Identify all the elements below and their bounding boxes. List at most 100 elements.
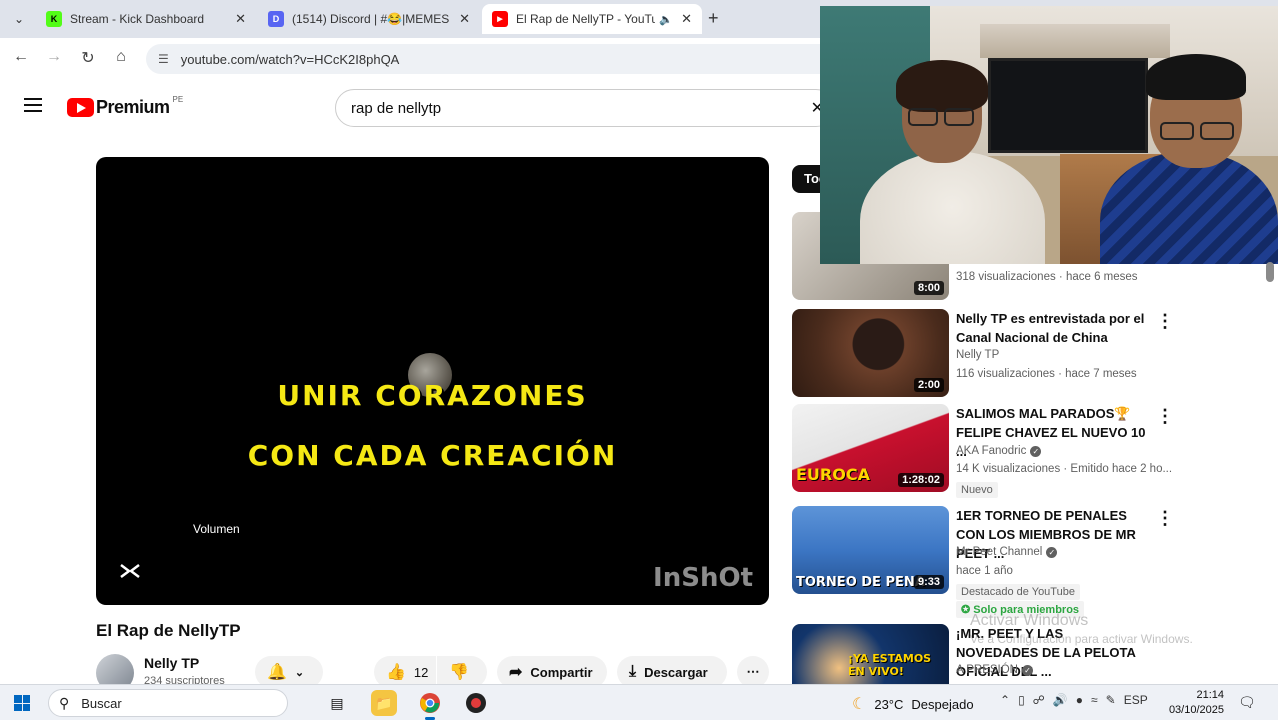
clock-date: 03/10/2025: [1168, 704, 1224, 716]
webcam-background: [988, 58, 1148, 153]
more-vertical-icon[interactable]: ⋮: [1156, 311, 1174, 332]
webcam-person: [896, 60, 988, 112]
site-settings-icon[interactable]: ☰: [158, 52, 169, 66]
youtube-premium-logo[interactable]: Premium PE: [67, 95, 184, 118]
logo-text: Premium: [96, 97, 170, 117]
webcam-person: [1200, 122, 1234, 140]
speaker-icon[interactable]: 🔈: [659, 13, 673, 26]
channel-name[interactable]: Nelly TP: [956, 349, 999, 361]
task-view-icon[interactable]: ▤: [324, 690, 350, 716]
video-thumbnail[interactable]: EUROCA 1:28:02: [792, 404, 949, 492]
volume-icon[interactable]: 🔊: [1053, 693, 1068, 707]
video-duration: 8:00: [913, 281, 944, 295]
close-tab-icon[interactable]: ✕: [681, 11, 692, 27]
webcam-overlay: [820, 6, 1278, 264]
tab-youtube-active[interactable]: ▶ El Rap de NellyTP - YouTube 🔈 ✕: [482, 4, 702, 34]
recommended-video[interactable]: TORNEO DE PENA 9:33 1ER TORNEO DE PENALE…: [792, 506, 1174, 618]
more-vertical-icon[interactable]: ⋮: [1156, 406, 1174, 427]
logo-country-code: PE: [172, 95, 184, 104]
video-meta: 116 visualizaciones · hace 7 meses: [956, 368, 1137, 380]
thumbnail-caption: ¡YA ESTAMOS EN VIVO!: [848, 652, 932, 678]
channel-name[interactable]: A PRESIÓN: [956, 664, 1018, 676]
video-thumbnail[interactable]: TORNEO DE PENA 9:33: [792, 506, 949, 594]
channel-line: A PRESIÓN ✓: [956, 664, 1033, 676]
recommended-video[interactable]: 2:00 Nelly TP es entrevistada por el Can…: [792, 309, 1174, 399]
thumbs-up-icon: 👍: [386, 664, 406, 681]
close-tab-icon[interactable]: ✕: [235, 11, 246, 27]
share-label: Compartir: [530, 664, 593, 680]
kick-favicon-icon: K: [46, 11, 62, 27]
taskbar-search-placeholder: Buscar: [81, 695, 122, 711]
clock-time: 21:14: [1196, 689, 1224, 701]
verified-check-icon: ✓: [1046, 547, 1058, 558]
new-tab-plus-icon[interactable]: +: [708, 8, 719, 29]
thumbnail-caption: EUROCA: [796, 465, 870, 484]
url-text: youtube.com/watch?v=HCcK2I8phQA: [180, 51, 400, 67]
volume-tooltip: Volumen: [193, 522, 240, 536]
close-tab-icon[interactable]: ✕: [459, 11, 470, 27]
inshot-watermark: InShOt: [653, 563, 753, 593]
discord-favicon-icon: D: [268, 11, 284, 27]
tab-discord[interactable]: D (1514) Discord | #😂|MEMES | ✕: [258, 4, 480, 34]
video-title: El Rap de NellyTP: [96, 621, 241, 640]
video-duration: 1:28:02: [898, 473, 944, 487]
channel-name[interactable]: Mr Peet Channel: [956, 546, 1042, 558]
more-horizontal-icon: ⋯: [746, 664, 760, 679]
file-explorer-icon[interactable]: 📁: [371, 690, 397, 716]
video-thumbnail[interactable]: ¡YA ESTAMOS EN VIVO!: [792, 624, 949, 684]
taskbar-clock[interactable]: 21:14 03/10/2025: [1166, 688, 1224, 718]
channel-name[interactable]: Nelly TP: [144, 655, 199, 671]
search-icon: ⚲: [59, 694, 70, 711]
home-icon[interactable]: ⌂: [110, 48, 132, 66]
system-tray: ⌃ ▯ ☍ 🔊 ● ≈ ✎ ESP: [1000, 693, 1148, 707]
taskbar-search-input[interactable]: ⚲ Buscar: [48, 689, 288, 717]
back-arrow-icon[interactable]: ←: [10, 48, 32, 66]
network-icon[interactable]: ☍: [1033, 693, 1045, 707]
youtube-play-icon: [67, 98, 94, 117]
webcam-background: [980, 24, 1170, 58]
page-scrollbar[interactable]: [1266, 262, 1274, 282]
weather-widget[interactable]: ☾ 23°C Despejado: [852, 694, 974, 714]
hamburger-menu-icon[interactable]: [24, 98, 42, 112]
notifications-icon[interactable]: 🗨: [1238, 694, 1256, 711]
more-vertical-icon[interactable]: ⋮: [1156, 508, 1174, 529]
chevron-up-icon[interactable]: ⌃: [1000, 693, 1010, 707]
windows-start-icon[interactable]: [14, 695, 30, 711]
video-thumbnail[interactable]: 2:00: [792, 309, 949, 397]
tab-search-chevron-icon[interactable]: ⌄: [8, 8, 30, 30]
obs-recording-icon[interactable]: [463, 690, 489, 716]
featured-badge: Destacado de YouTube: [956, 584, 1080, 600]
wifi-icon[interactable]: ≈: [1091, 693, 1098, 707]
webcam-person: [1160, 122, 1194, 140]
capcut-logo-icon: [119, 562, 141, 582]
reload-icon[interactable]: ↻: [77, 48, 99, 68]
forward-arrow-icon[interactable]: →: [43, 48, 65, 66]
thumbnail-caption: TORNEO DE PENA: [796, 575, 925, 590]
video-title[interactable]: Nelly TP es entrevistada por el Canal Na…: [956, 309, 1146, 347]
search-input[interactable]: rap de nellytp ✕: [335, 89, 835, 127]
tab-kick-dashboard[interactable]: K Stream - Kick Dashboard ✕: [36, 4, 256, 34]
video-meta: 318 visualizaciones · hace 6 meses: [956, 271, 1138, 283]
activate-windows-watermark: Activar Windows Ve a Configuración para …: [970, 612, 1193, 646]
video-meta: 14 K visualizaciones · Emitido hace 2 ho…: [956, 463, 1173, 475]
weather-desc: Despejado: [911, 696, 974, 712]
new-badge: Nuevo: [956, 482, 998, 498]
video-player[interactable]: UNIR CORAZONES CON CADA CREACIÓN Volumen…: [96, 157, 769, 605]
channel-line: AKA Fanodric ✓: [956, 445, 1042, 457]
channel-name[interactable]: AKA Fanodric: [956, 445, 1026, 457]
microphone-icon[interactable]: ●: [1076, 693, 1083, 707]
keyboard-language[interactable]: ESP: [1124, 693, 1148, 707]
lyric-line-1: UNIR CORAZONES: [277, 379, 588, 412]
download-icon: ⤓: [629, 663, 637, 680]
share-arrow-icon: ➦: [509, 664, 523, 681]
lyric-line-2: CON CADA CREACIÓN: [247, 439, 618, 472]
tab-title: (1514) Discord | #😂|MEMES |: [292, 12, 452, 26]
channel-line: Mr Peet Channel ✓: [956, 546, 1058, 558]
chrome-icon[interactable]: [417, 690, 443, 720]
search-query-text: rap de nellytp: [351, 99, 442, 117]
recommended-video[interactable]: EUROCA 1:28:02 SALIMOS MAL PARADOS🏆 FELI…: [792, 404, 1174, 502]
thumbs-down-icon: 👎: [449, 664, 469, 681]
pen-icon[interactable]: ✎: [1106, 693, 1116, 707]
verified-check-icon: ✓: [1022, 665, 1033, 676]
battery-icon[interactable]: ▯: [1018, 693, 1025, 707]
